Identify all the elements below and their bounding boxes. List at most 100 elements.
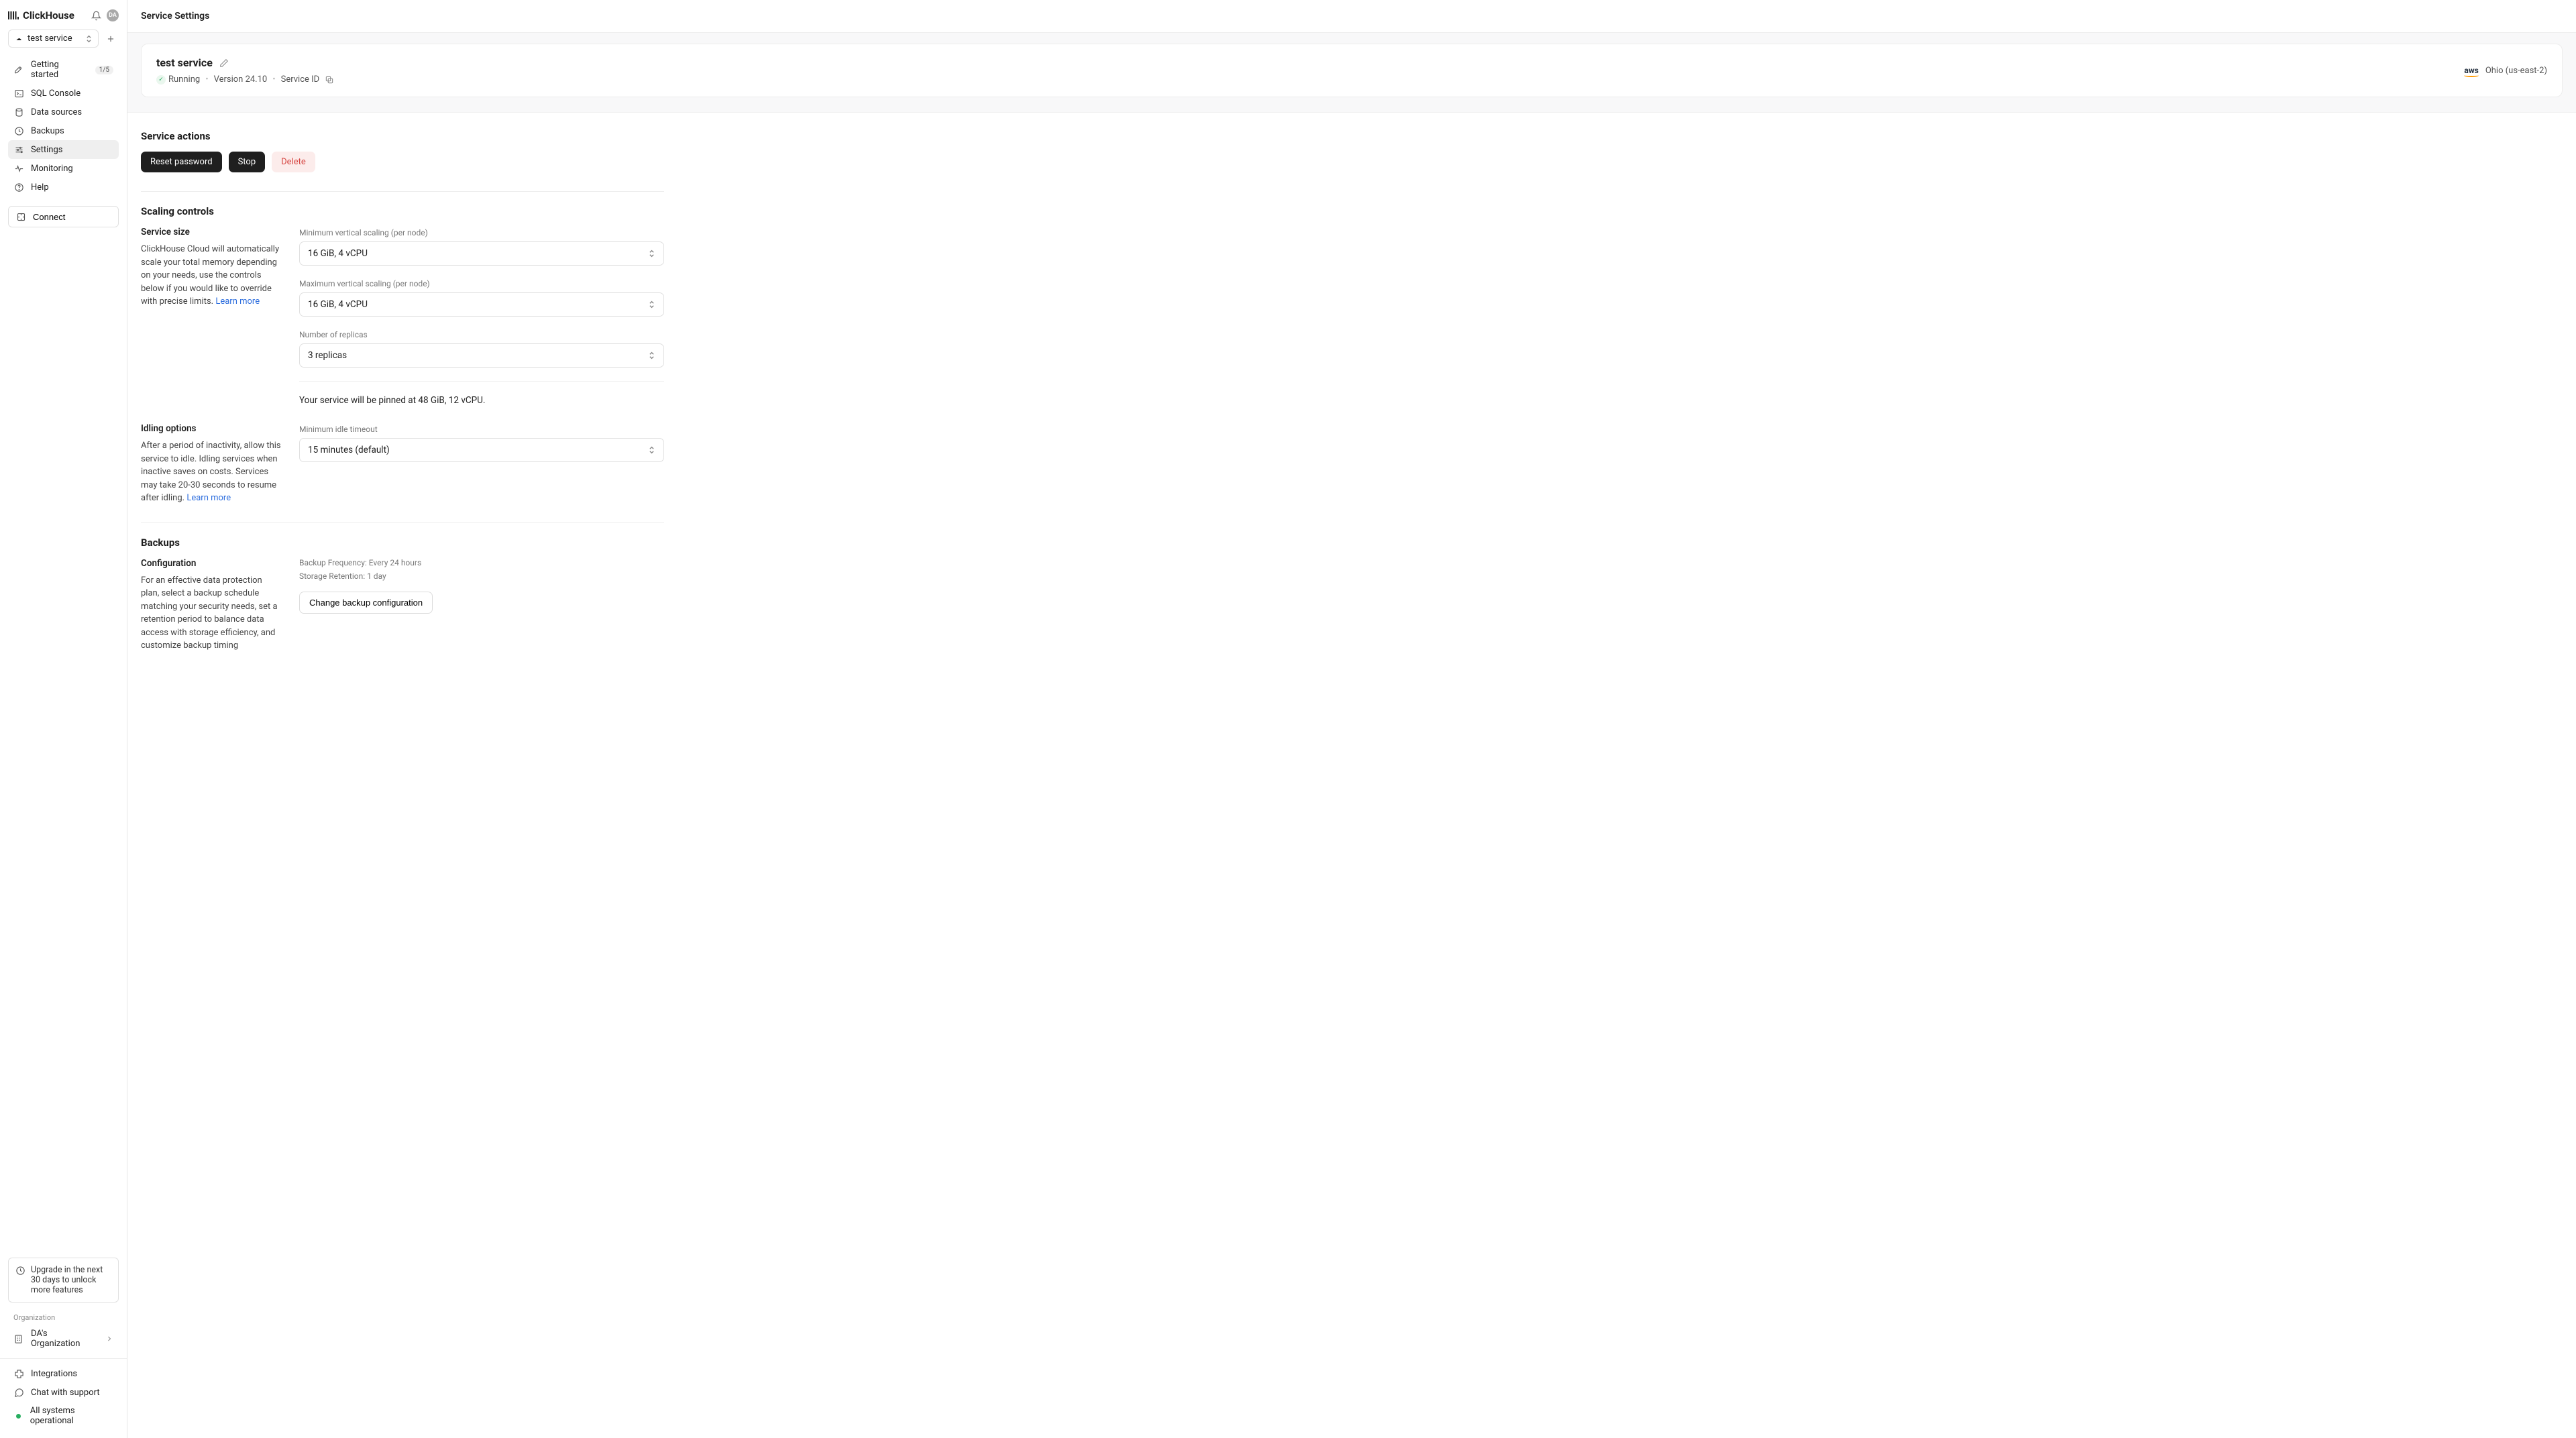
reset-password-button[interactable]: Reset password [141, 152, 222, 172]
footer-label: Integrations [31, 1369, 77, 1379]
service-selector-label: test service [28, 34, 72, 44]
backup-config-desc: For an effective data protection plan, s… [141, 574, 282, 653]
sidebar: ClickHouse DA ☁︎ test service [0, 0, 127, 1438]
chevron-up-down-icon [85, 34, 93, 44]
edit-icon[interactable] [219, 58, 229, 68]
upgrade-card[interactable]: Upgrade in the next 30 days to unlock mo… [8, 1258, 119, 1303]
nav-item-data-sources[interactable]: Data sources [8, 103, 119, 121]
primary-nav: Getting started 1/5 SQL Console Data sou… [0, 54, 127, 198]
nav-label: Getting started [31, 60, 89, 80]
org-selector[interactable]: DA's Organization [0, 1325, 127, 1353]
copy-icon[interactable] [325, 75, 334, 85]
min-scaling-label: Minimum vertical scaling (per node) [299, 228, 664, 237]
connect-icon [15, 211, 26, 222]
separator: • [205, 74, 208, 85]
org-name: DA's Organization [31, 1329, 99, 1349]
database-icon [13, 107, 24, 117]
backup-config-title: Configuration [141, 558, 282, 569]
history-icon [13, 125, 24, 136]
nav-item-settings[interactable]: Settings [8, 140, 119, 159]
nav-label: Settings [31, 145, 62, 155]
replicas-value: 3 replicas [308, 350, 347, 361]
status-pill: ✓ Running [156, 74, 200, 85]
nav-label: SQL Console [31, 89, 80, 99]
nav-item-monitoring[interactable]: Monitoring [8, 159, 119, 178]
section-title-actions: Service actions [141, 130, 664, 142]
add-service-button[interactable] [103, 31, 119, 47]
min-scaling-value: 16 GiB, 4 vCPU [308, 248, 368, 259]
chevron-up-down-icon [648, 445, 655, 455]
sidebar-header: ClickHouse DA [0, 7, 127, 30]
service-size-desc: ClickHouse Cloud will automatically scal… [141, 243, 282, 309]
replicas-label: Number of replicas [299, 330, 664, 339]
connect-label: Connect [33, 212, 65, 222]
connect-button[interactable]: Connect [8, 206, 119, 227]
learn-more-link[interactable]: Learn more [186, 493, 231, 503]
pinned-note: Your service will be pinned at 48 GiB, 1… [299, 395, 664, 406]
sliders-icon [13, 144, 24, 155]
backup-freq: Backup Frequency: Every 24 hours [299, 558, 664, 567]
idle-timeout-label: Minimum idle timeout [299, 425, 664, 434]
footer-status[interactable]: All systems operational [8, 1402, 119, 1430]
footer-integrations[interactable]: Integrations [8, 1364, 119, 1383]
nav-badge: 1/5 [95, 66, 113, 74]
separator: • [272, 74, 275, 85]
nav-item-help[interactable]: Help [8, 178, 119, 197]
section-title-scaling: Scaling controls [141, 205, 664, 217]
service-id-label: Service ID [281, 74, 320, 85]
status-dot-icon [13, 1411, 23, 1421]
nav-item-sql-console[interactable]: SQL Console [8, 84, 119, 103]
puzzle-icon [13, 1368, 24, 1379]
chevron-up-down-icon [648, 249, 655, 258]
idle-timeout-value: 15 minutes (default) [308, 445, 390, 455]
service-banner: test service ✓ Running • Version 24.10 • [141, 44, 2563, 97]
nav-label: Backups [31, 126, 64, 136]
brand-logo-icon [8, 10, 19, 21]
bell-icon[interactable] [91, 11, 101, 21]
max-scaling-label: Maximum vertical scaling (per node) [299, 279, 664, 288]
backup-retention: Storage Retention: 1 day [299, 571, 664, 581]
idling-desc: After a period of inactivity, allow this… [141, 439, 282, 505]
change-backup-button[interactable]: Change backup configuration [299, 592, 433, 614]
nav-label: Monitoring [31, 164, 73, 174]
aws-logo: aws [2464, 66, 2478, 75]
footer-chat[interactable]: Chat with support [8, 1383, 119, 1402]
chevron-up-down-icon [648, 351, 655, 360]
terminal-icon [13, 88, 24, 99]
replicas-select[interactable]: 3 replicas [299, 343, 664, 368]
main: Service Settings test service ✓ Running [127, 0, 2576, 1438]
footer-label: All systems operational [30, 1406, 113, 1426]
nav-item-getting-started[interactable]: Getting started 1/5 [8, 56, 119, 84]
delete-button[interactable]: Delete [272, 152, 315, 172]
chevron-up-down-icon [648, 300, 655, 309]
region-text: Ohio (us-east-2) [2485, 66, 2547, 76]
min-scaling-select[interactable]: 16 GiB, 4 vCPU [299, 241, 664, 266]
chevron-right-icon [105, 1335, 113, 1343]
idling-title: Idling options [141, 423, 282, 434]
status-text: Running [168, 74, 200, 85]
max-scaling-select[interactable]: 16 GiB, 4 vCPU [299, 292, 664, 317]
learn-more-link[interactable]: Learn more [215, 296, 260, 307]
max-scaling-value: 16 GiB, 4 vCPU [308, 299, 368, 310]
aws-icon: ☁︎ [14, 34, 23, 44]
service-name: test service [156, 56, 213, 69]
footer-label: Chat with support [31, 1388, 100, 1398]
clock-icon [15, 1265, 25, 1276]
avatar[interactable]: DA [107, 9, 119, 21]
brand: ClickHouse [8, 9, 74, 21]
stop-button[interactable]: Stop [229, 152, 266, 172]
brand-name: ClickHouse [23, 9, 74, 21]
help-icon [13, 182, 24, 192]
idle-timeout-select[interactable]: 15 minutes (default) [299, 438, 664, 462]
nav-label: Help [31, 182, 49, 192]
nav-item-backups[interactable]: Backups [8, 121, 119, 140]
org-section-label: Organization [0, 1308, 127, 1325]
section-title-backups: Backups [141, 537, 664, 549]
page-title: Service Settings [127, 0, 2576, 33]
service-selector[interactable]: ☁︎ test service [8, 30, 99, 48]
service-size-title: Service size [141, 227, 282, 237]
version-text: Version 24.10 [214, 74, 268, 85]
chat-icon [13, 1387, 24, 1398]
upgrade-text: Upgrade in the next 30 days to unlock mo… [31, 1265, 111, 1295]
monitor-icon [13, 163, 24, 174]
